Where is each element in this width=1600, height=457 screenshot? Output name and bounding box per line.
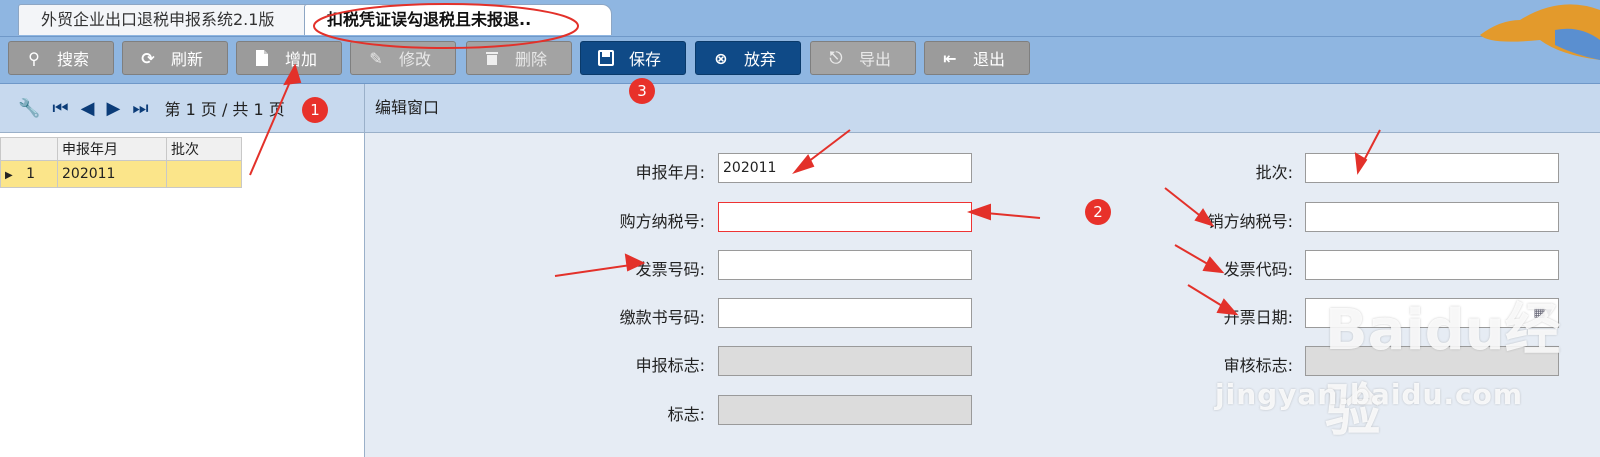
tab-deduction-voucher[interactable]: 扣税凭证误勾退税且未报退.. xyxy=(304,4,612,35)
column-header-period[interactable]: 申报年月 xyxy=(57,137,167,161)
last-page-icon[interactable]: ⏭ xyxy=(132,98,148,119)
search-icon: ⚲ xyxy=(28,48,40,68)
batch-input[interactable] xyxy=(1305,153,1559,183)
period-label: 申报年月: xyxy=(635,163,705,182)
invoice-date-label: 开票日期: xyxy=(1223,308,1293,327)
declare-flag-input xyxy=(718,346,972,376)
trash-icon xyxy=(481,47,503,69)
tab-bar: 外贸企业出口退税申报系统2.1版 扣税凭证误勾退税且未报退.. xyxy=(0,0,1600,37)
seller-tax-label: 销方纳税号: xyxy=(1207,212,1293,231)
row-pointer-icon: ▶ xyxy=(5,170,13,181)
search-button[interactable]: ⚲ 搜索 xyxy=(8,41,114,75)
prev-page-icon[interactable]: ◀ xyxy=(81,98,95,119)
invoice-no-label: 发票号码: xyxy=(635,260,705,279)
column-header-batch[interactable]: 批次 xyxy=(166,137,242,161)
export-button-label: 导出 xyxy=(859,50,892,69)
edit-window-title: 编辑窗口 xyxy=(365,84,1600,133)
invoice-code-label: 发票代码: xyxy=(1223,260,1293,279)
payment-no-label: 缴款书号码: xyxy=(619,308,705,327)
row-indicator[interactable]: ▶ 1 xyxy=(0,160,58,188)
edit-button[interactable]: ✎ 修改 xyxy=(350,41,456,75)
table-row[interactable]: ▶ 1 202011 xyxy=(0,160,242,188)
refresh-icon: ⟳ xyxy=(141,48,155,68)
payment-no-input[interactable] xyxy=(718,298,972,328)
invoice-code-input[interactable] xyxy=(1305,250,1559,280)
audit-flag-label: 审核标志: xyxy=(1223,356,1293,375)
exit-icon: ⇤ xyxy=(943,48,957,68)
cell-batch[interactable] xyxy=(166,160,242,188)
export-icon: ⎋ xyxy=(829,48,843,67)
step-badge-3: 3 xyxy=(629,78,655,104)
search-button-label: 搜索 xyxy=(57,50,90,69)
declare-flag-label: 申报标志: xyxy=(635,356,705,375)
export-button[interactable]: ⎋ 导出 xyxy=(810,41,916,75)
first-page-icon[interactable]: ⏮ xyxy=(52,98,68,119)
seller-tax-input[interactable] xyxy=(1305,202,1559,232)
row-index: 1 xyxy=(26,166,35,182)
buyer-tax-input[interactable] xyxy=(718,202,972,232)
flag-input xyxy=(718,395,972,425)
step-badge-1: 1 xyxy=(302,97,328,123)
watermark-url: jingyan.baidu.com xyxy=(1215,378,1524,411)
exit-button-label: 退出 xyxy=(973,50,1006,69)
tab-main-system[interactable]: 外贸企业出口退税申报系统2.1版 xyxy=(18,4,318,35)
step-badge-2: 2 xyxy=(1085,199,1111,225)
exit-button[interactable]: ⇤ 退出 xyxy=(924,41,1030,75)
record-grid: 申报年月 批次 ▶ 1 202011 xyxy=(0,137,242,188)
period-input[interactable]: 202011 xyxy=(718,153,972,183)
toolbar: ⚲ 搜索 ⟳ 刷新 增加 ✎ 修改 删除 保存 ⊗ 放弃 ⎋ 导出 ⇤ 退出 xyxy=(0,37,1600,84)
edit-icon: ✎ xyxy=(369,48,383,68)
flag-label: 标志: xyxy=(667,405,705,424)
refresh-button-label: 刷新 xyxy=(171,50,204,69)
edit-button-label: 修改 xyxy=(399,50,432,69)
grid-corner xyxy=(0,137,58,161)
page-info: 第 1 页 / 共 1 页 xyxy=(164,100,285,119)
baidu-jingyan-logo: Baidu经验 xyxy=(1325,298,1561,444)
discard-button[interactable]: ⊗ 放弃 xyxy=(695,41,801,75)
cancel-circle-icon: ⊗ xyxy=(714,48,728,68)
invoice-no-input[interactable] xyxy=(718,250,972,280)
save-button-label: 保存 xyxy=(629,50,662,69)
save-button[interactable]: 保存 xyxy=(580,41,686,75)
batch-label: 批次: xyxy=(1255,163,1293,182)
delete-button-label: 删除 xyxy=(515,50,548,69)
discard-button-label: 放弃 xyxy=(744,50,777,69)
add-button-label: 增加 xyxy=(285,50,318,69)
cell-period[interactable]: 202011 xyxy=(57,160,167,188)
delete-button[interactable]: 删除 xyxy=(466,41,572,75)
new-document-icon xyxy=(251,47,273,69)
add-button[interactable]: 增加 xyxy=(236,41,342,75)
floppy-disk-icon xyxy=(595,47,617,69)
refresh-button[interactable]: ⟳ 刷新 xyxy=(122,41,228,75)
buyer-tax-label: 购方纳税号: xyxy=(619,212,705,231)
list-panel: 🔧 ⏮ ◀ ▶ ⏭ 第 1 页 / 共 1 页 申报年月 批次 ▶ 1 2020… xyxy=(0,84,365,457)
wrench-icon[interactable]: 🔧 xyxy=(18,98,40,119)
next-page-icon[interactable]: ▶ xyxy=(106,98,120,119)
